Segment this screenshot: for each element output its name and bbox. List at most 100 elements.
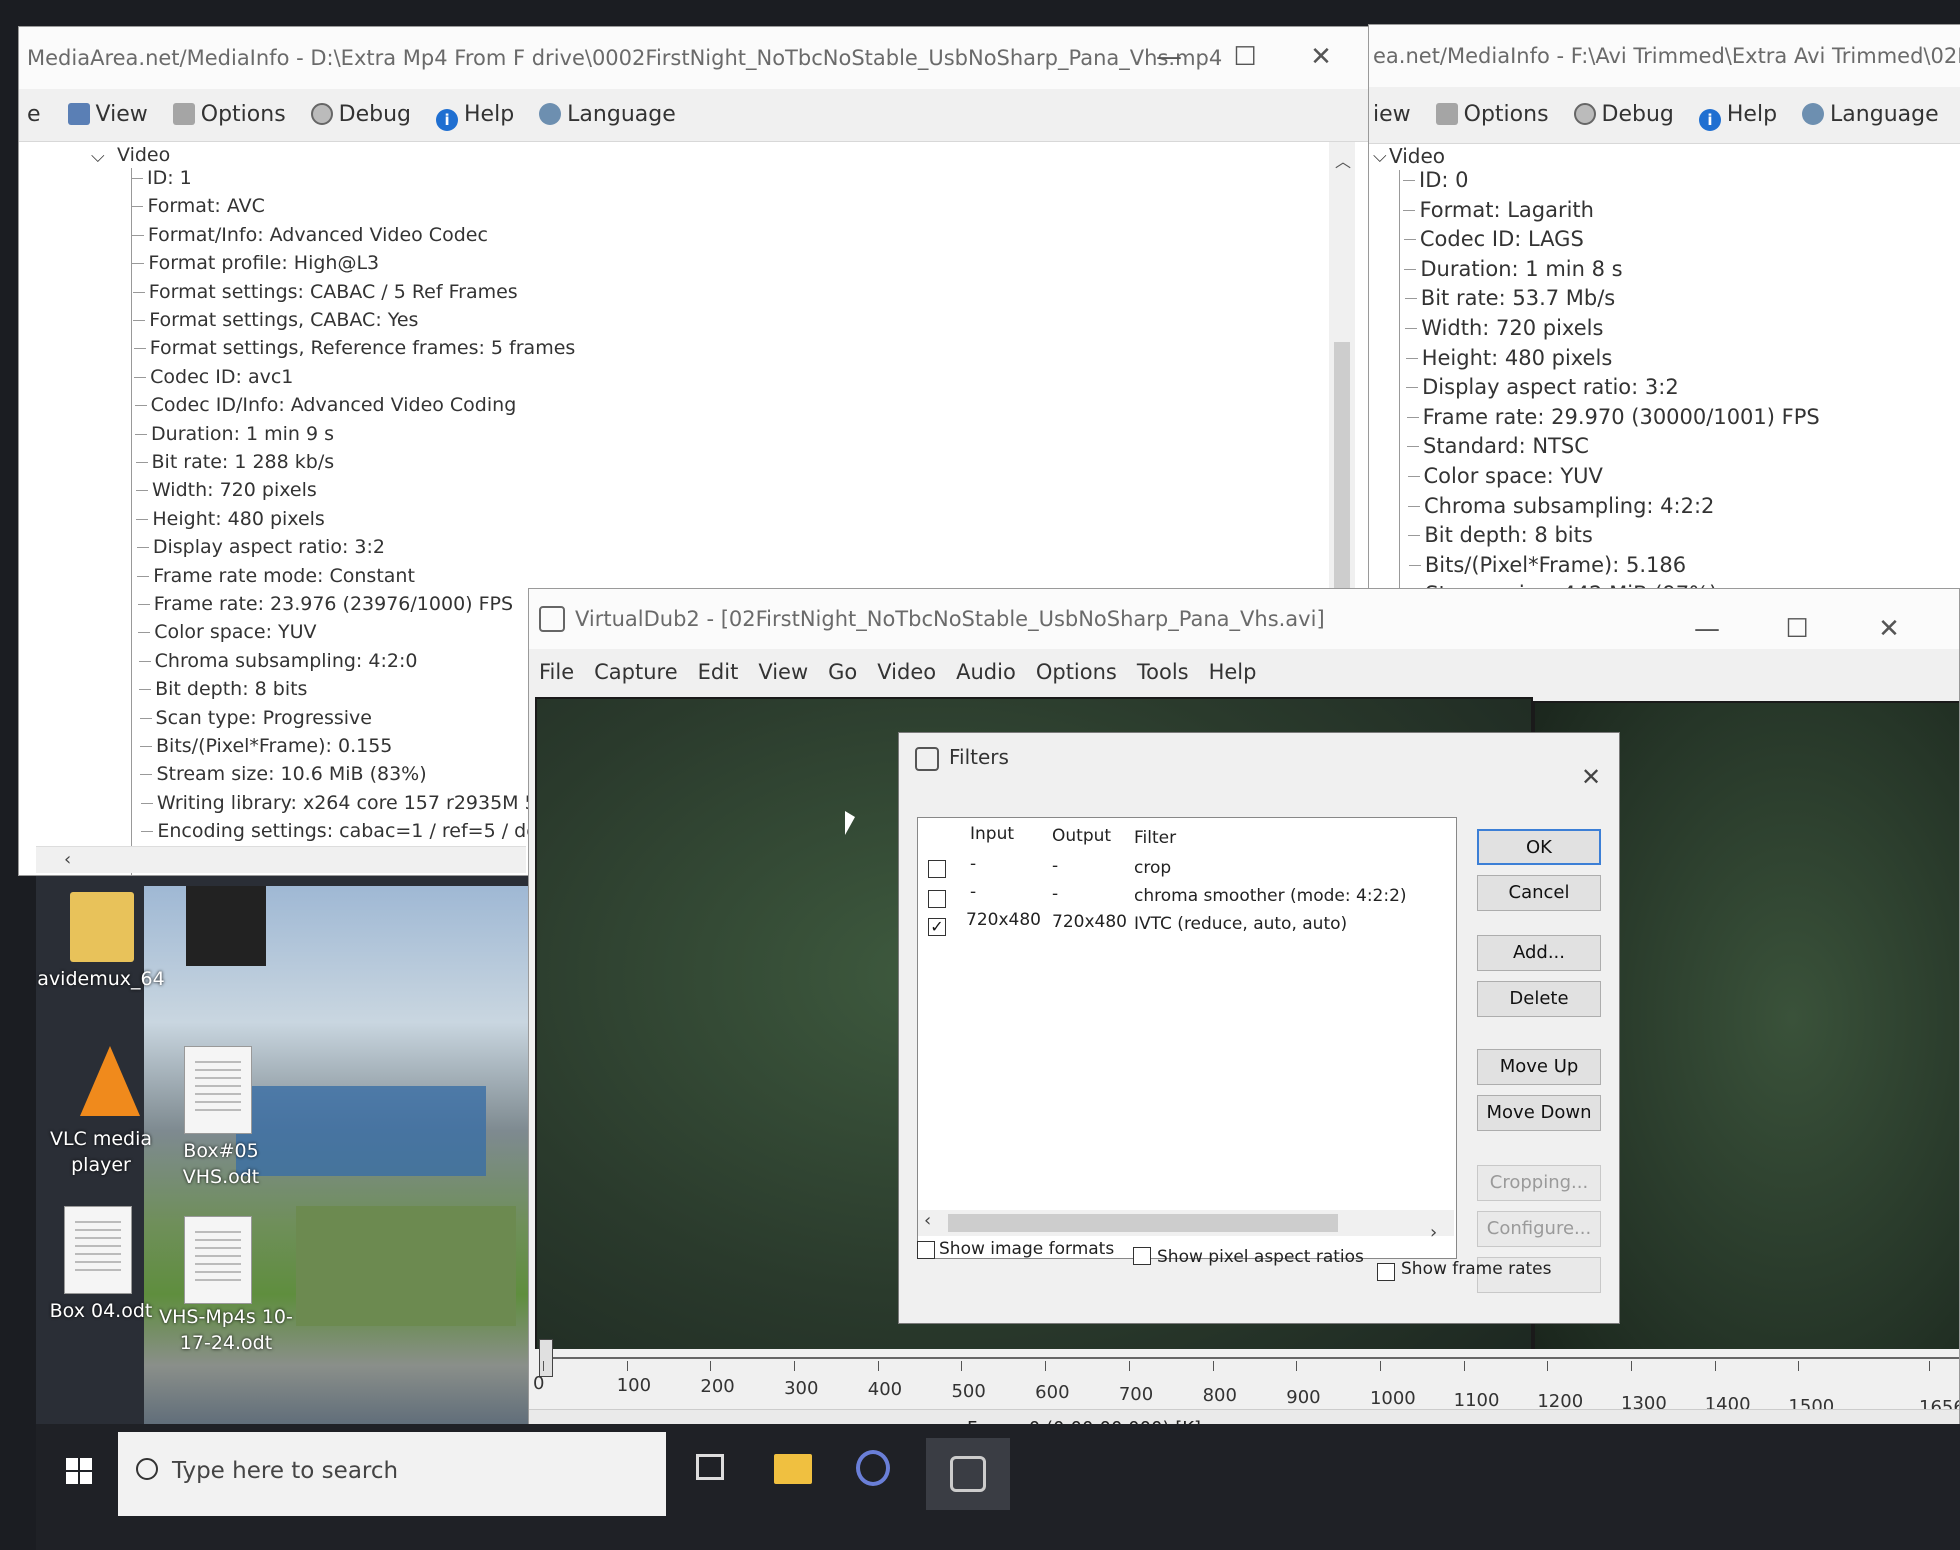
column-header-filter[interactable]: Filter (1134, 828, 1176, 848)
collapse-chevron-icon[interactable]: ⌵ (91, 146, 105, 167)
menu-item-language[interactable]: Language (539, 89, 676, 141)
filters-dialog: Filters ✕ Input Output Filter - - crop -… (898, 732, 1620, 1324)
menu-item-options[interactable]: Options (172, 89, 286, 141)
task-view-icon[interactable] (696, 1454, 724, 1480)
tree-section-video[interactable]: Video (1389, 144, 1445, 168)
ok-button[interactable]: OK (1477, 829, 1601, 865)
tree-row: Codec ID: avc1 (134, 363, 293, 391)
tree-row: Scan type: Progressive (139, 704, 372, 732)
timeline-tick-label: 500 (951, 1380, 986, 1402)
taskbar-search-box[interactable]: Type here to search (118, 1432, 666, 1516)
filters-list[interactable]: Input Output Filter - - crop - - chroma … (917, 817, 1457, 1259)
column-header-input[interactable]: Input (970, 824, 1014, 844)
filter-enable-checkbox[interactable] (928, 890, 946, 908)
scroll-up-icon[interactable]: ︿ (1335, 148, 1351, 172)
timeline-tick (1547, 1361, 1549, 1371)
menu-item-view[interactable]: iew (1373, 87, 1411, 143)
tree-row: Display aspect ratio: 3:2 (136, 533, 385, 561)
menu-item-help[interactable]: i Help (1698, 87, 1777, 143)
filter-input: 720x480 (966, 910, 1041, 930)
close-button[interactable]: ✕ (1859, 599, 1919, 661)
menu-view[interactable]: View (758, 649, 808, 695)
close-icon[interactable]: ✕ (1581, 763, 1601, 791)
search-input[interactable]: Type here to search (172, 1458, 398, 1484)
filter-name[interactable]: chroma smoother (mode: 4:2:2) (1134, 886, 1407, 906)
menu-help[interactable]: Help (1209, 649, 1257, 695)
desktop-icon-label[interactable]: VHS-Mp4s 10-17-24.odt (156, 1304, 296, 1356)
document-icon[interactable] (184, 1046, 252, 1134)
collapse-chevron-icon[interactable]: ⌵ (1373, 146, 1387, 167)
menu-item-language[interactable]: Language (1802, 87, 1939, 143)
menu-video[interactable]: Video (877, 649, 936, 695)
column-header-output[interactable]: Output (1052, 826, 1111, 846)
file-explorer-icon[interactable] (774, 1454, 812, 1484)
timeline-tick (626, 1361, 628, 1371)
menu-audio[interactable]: Audio (956, 649, 1016, 695)
scroll-thumb[interactable] (948, 1214, 1338, 1232)
menu-item-help[interactable]: i Help (436, 89, 514, 141)
desktop-icon-label[interactable]: avidemux_64 (36, 968, 166, 990)
cropping-button[interactable]: Cropping... (1477, 1165, 1601, 1201)
show-image-formats-label[interactable]: Show image formats (939, 1239, 1114, 1259)
move-up-button[interactable]: Move Up (1477, 1049, 1601, 1085)
timeline-tick-label: 1000 (1369, 1388, 1416, 1409)
mediainfo-left-menubar: e View Options Debug i Help Language (19, 89, 1369, 142)
menu-edit[interactable]: Edit (698, 649, 739, 695)
move-down-button[interactable]: Move Down (1477, 1095, 1601, 1131)
add-filter-button[interactable]: Add... (1477, 935, 1601, 971)
maximize-button[interactable]: ☐ (1767, 599, 1827, 661)
windows-start-icon[interactable] (66, 1458, 92, 1484)
horizontal-scrollbar[interactable]: ‹ (36, 846, 526, 873)
filter-name[interactable]: IVTC (reduce, auto, auto) (1134, 914, 1347, 934)
menu-file[interactable]: File (539, 649, 574, 695)
desktop-icon-label[interactable]: Box#05 VHS.odt (166, 1138, 276, 1190)
timeline-tick (710, 1361, 712, 1371)
menu-capture[interactable]: Capture (594, 649, 678, 695)
menu-item-debug[interactable]: Debug (310, 89, 411, 141)
menu-tools[interactable]: Tools (1137, 649, 1189, 695)
minimize-button[interactable]: — (1677, 599, 1737, 661)
minimize-button[interactable]: — (1139, 27, 1199, 89)
desktop-icon-label[interactable]: Box 04.odt (36, 1300, 166, 1322)
timeline[interactable]: 0 100 200 300 400 500 600 700 800 900 1000 1100 1200… (529, 1339, 1959, 1418)
tree-section-video[interactable]: Video (117, 144, 170, 166)
close-button[interactable]: ✕ (1291, 27, 1351, 89)
list-horizontal-scrollbar[interactable]: ‹ › (918, 1210, 1454, 1243)
configure-button[interactable]: Configure... (1477, 1211, 1601, 1247)
menu-options[interactable]: Options (1036, 649, 1117, 695)
folder-icon[interactable] (70, 892, 134, 962)
scroll-right-icon[interactable]: › (1430, 1222, 1437, 1243)
filter-name[interactable]: crop (1134, 858, 1171, 878)
menu-item-view[interactable]: View (67, 89, 148, 141)
document-icon[interactable] (184, 1216, 252, 1304)
tree-row: Format settings: CABAC / 5 Ref Frames (132, 278, 518, 306)
menu-go[interactable]: Go (828, 649, 857, 695)
timeline-tick (961, 1361, 963, 1371)
virtualdub-taskbar-icon[interactable] (926, 1438, 1010, 1510)
document-icon[interactable] (64, 1206, 132, 1294)
tree-row: Bits/(Pixel*Frame): 5.186 (1408, 552, 1687, 577)
tree-row: Format: Lagarith (1403, 197, 1594, 222)
show-pixel-aspect-ratios-label[interactable]: Show pixel aspect ratios (1157, 1247, 1364, 1267)
delete-filter-button[interactable]: Delete (1477, 981, 1601, 1017)
show-pixel-aspect-ratios-checkbox[interactable] (1133, 1247, 1151, 1265)
show-frame-rates-label[interactable]: Show frame rates (1401, 1259, 1551, 1279)
tree-row: Height: 480 pixels (136, 505, 325, 533)
filter-enable-checkbox[interactable] (928, 860, 946, 878)
scroll-left-icon[interactable]: ‹ (64, 849, 71, 870)
vlc-icon[interactable] (80, 1046, 140, 1116)
timeline-slider-thumb[interactable] (539, 1339, 553, 1377)
menu-item-options[interactable]: Options (1435, 87, 1549, 143)
tree-row: Width: 720 pixels (135, 476, 317, 504)
maximize-button[interactable]: ☐ (1215, 27, 1275, 89)
show-image-formats-checkbox[interactable] (917, 1241, 935, 1259)
scroll-left-icon[interactable]: ‹ (924, 1210, 931, 1231)
tree-row: Writing library: x264 core 157 r2935M 54… (140, 789, 585, 817)
filter-enable-checkbox[interactable]: ✓ (928, 918, 946, 936)
desktop-icon-label[interactable]: VLC media player (46, 1126, 156, 1178)
audio-app-icon[interactable] (856, 1450, 890, 1486)
cancel-button[interactable]: Cancel (1477, 875, 1601, 911)
show-frame-rates-checkbox[interactable] (1377, 1263, 1395, 1281)
menu-item-debug[interactable]: Debug (1573, 87, 1674, 143)
menu-item-partial[interactable]: e (27, 89, 41, 141)
